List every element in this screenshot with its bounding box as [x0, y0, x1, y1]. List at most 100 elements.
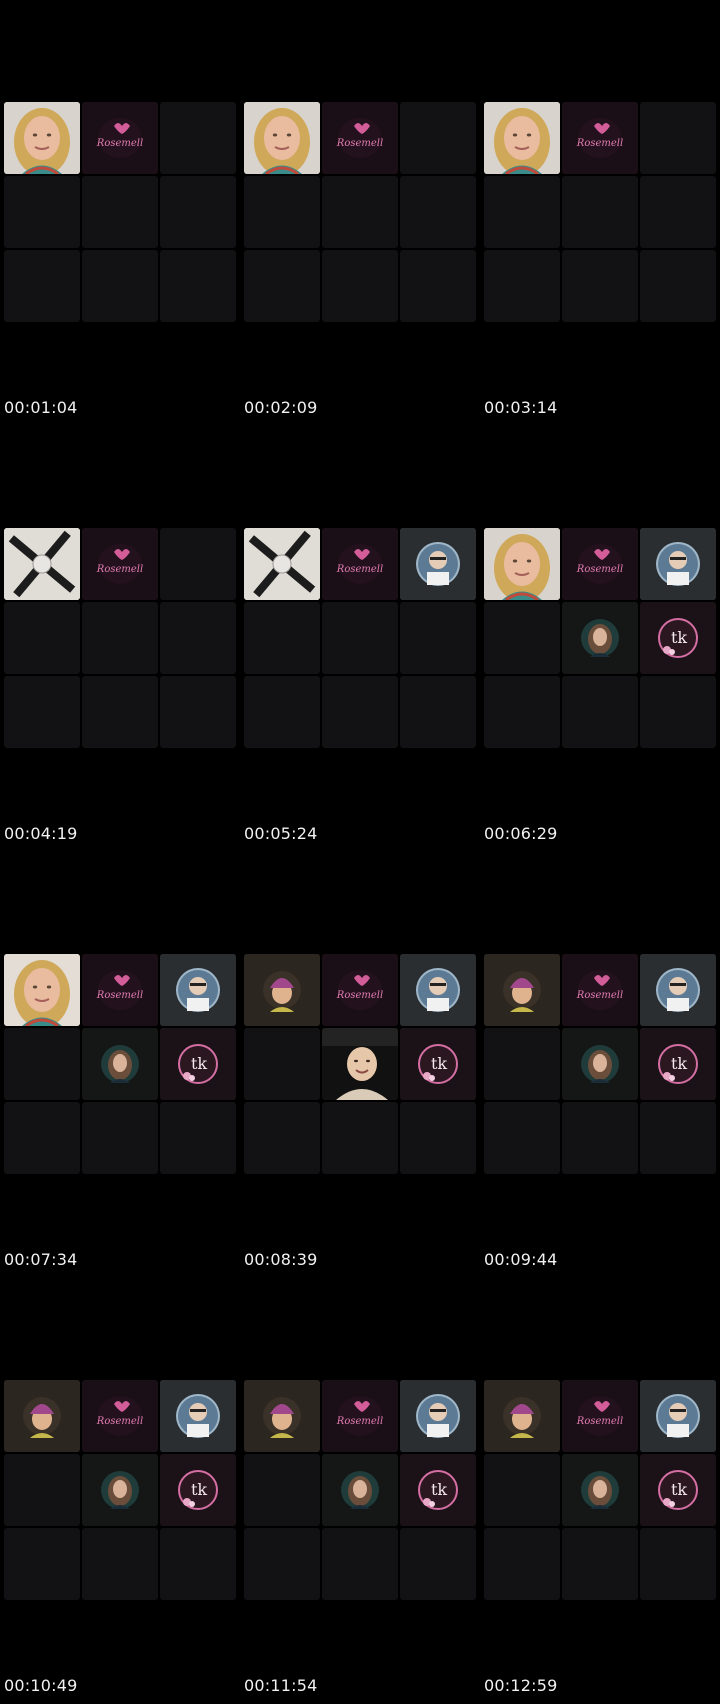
empty-participant-tile — [322, 676, 398, 748]
woman-avatar-tile — [562, 1454, 638, 1526]
woman-avatar-tile — [562, 602, 638, 674]
man-avatar-tile — [160, 1380, 236, 1452]
thumbnail-frame[interactable]: Rosemell 00:04:19 — [0, 426, 240, 852]
rose-logo-tile: Rosemell — [562, 1380, 638, 1452]
rose-logo-tile: Rosemell — [82, 1380, 158, 1452]
thumbnail-frame[interactable]: Rosemell 00:05:24 — [240, 426, 480, 852]
rose-logo-tile: Rosemell — [322, 954, 398, 1026]
svg-text:tk: tk — [431, 1480, 447, 1499]
empty-participant-tile — [4, 1102, 80, 1174]
video-call-grid: Rosemell — [4, 102, 238, 324]
thumbnail-frame[interactable]: Rosemell 00:02:09 — [240, 0, 480, 426]
empty-participant-tile — [322, 1528, 398, 1600]
svg-text:Rosemell: Rosemell — [96, 564, 143, 575]
empty-participant-tile — [82, 176, 158, 248]
empty-participant-tile — [244, 1528, 320, 1600]
thumbnail-frame[interactable]: Rosemell tk 00:10:49 — [0, 1278, 240, 1704]
tk-avatar-tile: tk — [640, 602, 716, 674]
svg-text:tk: tk — [671, 1054, 687, 1073]
video-call-grid: Rosemell tk — [484, 1380, 718, 1602]
rose-logo-tile: Rosemell — [322, 1380, 398, 1452]
man-avatar-tile — [400, 528, 476, 600]
svg-text:tk: tk — [191, 1054, 207, 1073]
empty-participant-tile — [82, 1102, 158, 1174]
thumbnail-frame[interactable]: Rosemell tk 00:07:34 — [0, 852, 240, 1278]
empty-participant-tile — [160, 676, 236, 748]
empty-participant-tile — [244, 176, 320, 248]
timestamp-label: 00:09:44 — [484, 1250, 558, 1269]
rose-logo-tile: Rosemell — [82, 102, 158, 174]
timestamp-label: 00:08:39 — [244, 1250, 318, 1269]
tk-avatar-tile: tk — [160, 1028, 236, 1100]
face-blonde-tile — [244, 102, 320, 174]
empty-participant-tile — [640, 1528, 716, 1600]
empty-participant-tile — [400, 676, 476, 748]
empty-participant-tile — [484, 676, 560, 748]
tk-avatar-tile: tk — [640, 1028, 716, 1100]
empty-participant-tile — [244, 676, 320, 748]
svg-text:Rosemell: Rosemell — [336, 1416, 383, 1427]
empty-participant-tile — [400, 602, 476, 674]
empty-participant-tile — [484, 1454, 560, 1526]
empty-participant-tile — [562, 1528, 638, 1600]
thumbnail-frame[interactable]: Rosemell tk 00:11:54 — [240, 1278, 480, 1704]
empty-participant-tile — [160, 102, 236, 174]
empty-participant-tile — [640, 250, 716, 322]
empty-participant-tile — [400, 102, 476, 174]
face-blonde-tile — [484, 102, 560, 174]
face-blonde-tile — [4, 102, 80, 174]
empty-participant-tile — [4, 1028, 80, 1100]
empty-participant-tile — [244, 602, 320, 674]
video-call-grid: Rosemell tk — [244, 954, 478, 1176]
timestamp-label: 00:12:59 — [484, 1676, 558, 1695]
ceiling-fan-tile — [4, 528, 80, 600]
timestamp-label: 00:06:29 — [484, 824, 558, 843]
svg-text:Rosemell: Rosemell — [336, 990, 383, 1001]
man-avatar-tile — [400, 1380, 476, 1452]
empty-participant-tile — [82, 1528, 158, 1600]
beanie-avatar-tile — [244, 1380, 320, 1452]
woman-avatar-tile — [322, 1454, 398, 1526]
empty-participant-tile — [160, 250, 236, 322]
empty-participant-tile — [640, 102, 716, 174]
empty-participant-tile — [244, 1028, 320, 1100]
video-call-grid: Rosemell tk — [4, 954, 238, 1176]
thumbnail-frame[interactable]: Rosemell tk 00:08:39 — [240, 852, 480, 1278]
empty-participant-tile — [82, 676, 158, 748]
empty-participant-tile — [400, 1528, 476, 1600]
thumbnail-frame[interactable]: Rosemell 00:03:14 — [480, 0, 720, 426]
svg-text:Rosemell: Rosemell — [96, 1416, 143, 1427]
svg-text:tk: tk — [671, 628, 687, 647]
empty-participant-tile — [244, 1454, 320, 1526]
woman-avatar-tile — [562, 1028, 638, 1100]
timestamp-label: 00:07:34 — [4, 1250, 78, 1269]
tk-avatar-tile: tk — [400, 1454, 476, 1526]
empty-participant-tile — [322, 176, 398, 248]
empty-participant-tile — [484, 1528, 560, 1600]
empty-participant-tile — [400, 1102, 476, 1174]
empty-participant-tile — [640, 176, 716, 248]
svg-text:tk: tk — [671, 1480, 687, 1499]
thumbnail-frame[interactable]: Rosemell tk 00:09:44 — [480, 852, 720, 1278]
video-call-grid: Rosemell — [244, 528, 478, 750]
man-avatar-tile — [640, 954, 716, 1026]
woman-avatar-tile — [82, 1028, 158, 1100]
svg-text:Rosemell: Rosemell — [336, 138, 383, 149]
video-thumbnail-sheet: Rosemell 00:01:04 Rosemell 00:02:09 Rose… — [0, 0, 720, 1704]
video-call-grid: Rosemell tk — [484, 954, 718, 1176]
tk-avatar-tile: tk — [400, 1028, 476, 1100]
svg-text:Rosemell: Rosemell — [336, 564, 383, 575]
thumbnail-frame[interactable]: Rosemell 00:01:04 — [0, 0, 240, 426]
empty-participant-tile — [400, 250, 476, 322]
thumbnail-frame[interactable]: Rosemell tk 00:12:59 — [480, 1278, 720, 1704]
empty-participant-tile — [562, 1102, 638, 1174]
empty-participant-tile — [160, 528, 236, 600]
timestamp-label: 00:03:14 — [484, 398, 558, 417]
timestamp-label: 00:11:54 — [244, 1676, 318, 1695]
man-avatar-tile — [640, 1380, 716, 1452]
svg-text:Rosemell: Rosemell — [576, 564, 623, 575]
video-call-grid: Rosemell — [4, 528, 238, 750]
timestamp-label: 00:05:24 — [244, 824, 318, 843]
thumbnail-frame[interactable]: Rosemell tk 00:06:29 — [480, 426, 720, 852]
empty-participant-tile — [82, 602, 158, 674]
